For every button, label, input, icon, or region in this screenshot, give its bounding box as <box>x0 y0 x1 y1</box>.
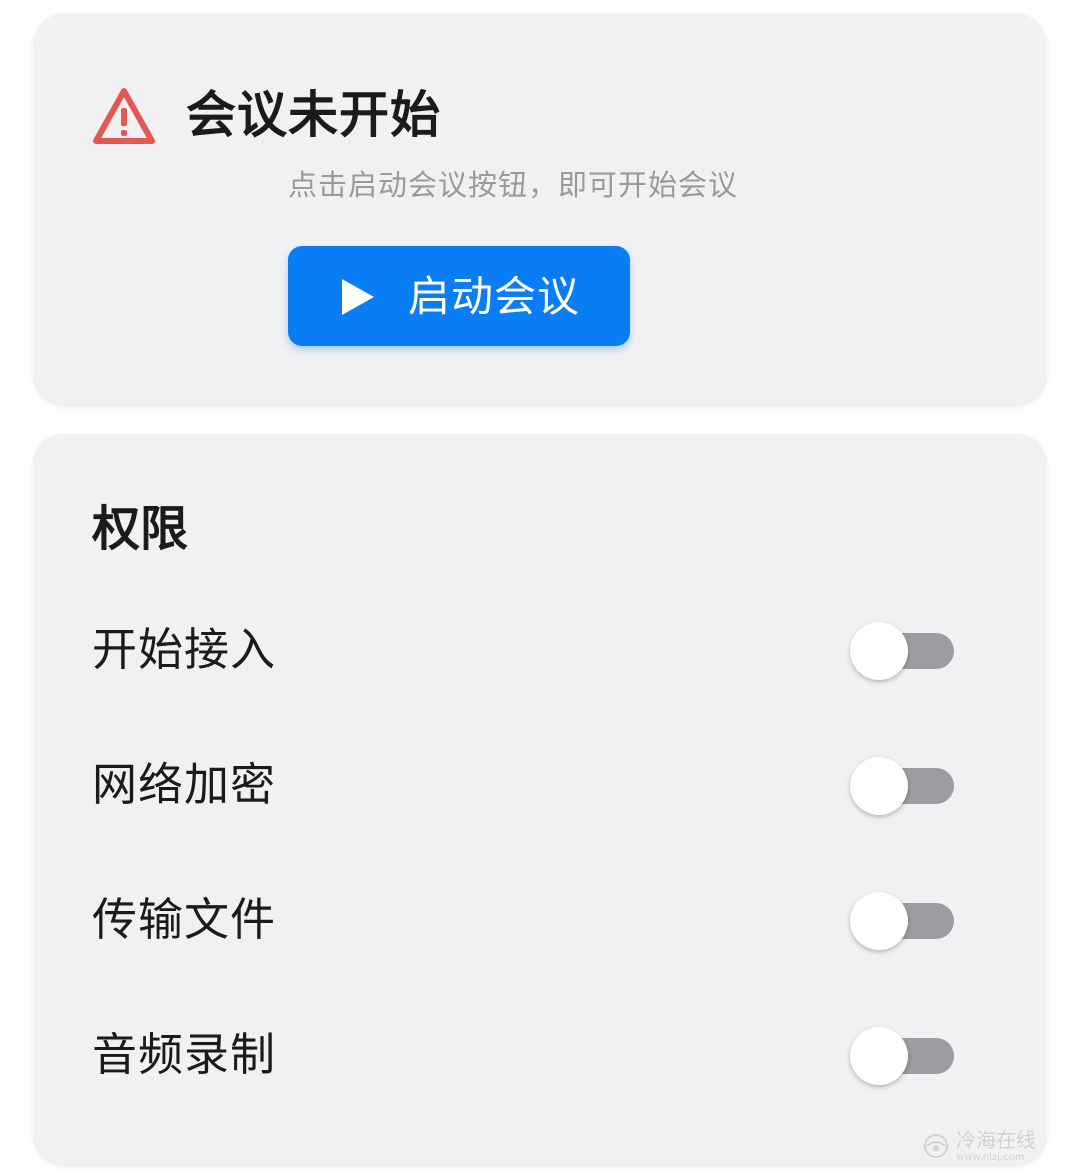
permission-row-audio-recording: 音频录制 <box>34 1015 1046 1095</box>
toggle-knob <box>850 622 908 680</box>
network-encryption-toggle[interactable] <box>850 757 954 815</box>
start-access-toggle[interactable] <box>850 622 954 680</box>
warning-icon <box>93 88 155 144</box>
meeting-status-card: 会议未开始 点击启动会议按钮，即可开始会议 启动会议 <box>34 14 1046 404</box>
start-meeting-button[interactable]: 启动会议 <box>288 246 630 346</box>
permissions-title: 权限 <box>92 501 189 557</box>
watermark-logo-icon <box>924 1134 948 1158</box>
file-transfer-toggle[interactable] <box>850 892 954 950</box>
watermark-url: www.nlzj.com <box>956 1152 1025 1163</box>
watermark-text: 冷海在线 <box>956 1128 1036 1152</box>
permission-label: 开始接入 <box>92 623 277 676</box>
permission-label: 传输文件 <box>92 893 277 946</box>
watermark: 冷海在线 www.nlzj.com <box>922 1128 1062 1168</box>
toggle-knob <box>850 757 908 815</box>
permission-label: 音频录制 <box>92 1028 277 1081</box>
meeting-status-title: 会议未开始 <box>186 86 441 144</box>
play-icon <box>342 279 374 315</box>
permission-label: 网络加密 <box>92 758 277 811</box>
permission-row-start-access: 开始接入 <box>34 610 1046 690</box>
toggle-knob <box>850 892 908 950</box>
permissions-card: 权限 开始接入 网络加密 传输文件 音频录制 <box>34 434 1046 1164</box>
permission-row-file-transfer: 传输文件 <box>34 880 1046 960</box>
start-meeting-button-label: 启动会议 <box>408 272 581 321</box>
permission-row-network-encryption: 网络加密 <box>34 745 1046 825</box>
audio-recording-toggle[interactable] <box>850 1027 954 1085</box>
toggle-knob <box>850 1027 908 1085</box>
meeting-status-hint: 点击启动会议按钮，即可开始会议 <box>288 168 739 202</box>
